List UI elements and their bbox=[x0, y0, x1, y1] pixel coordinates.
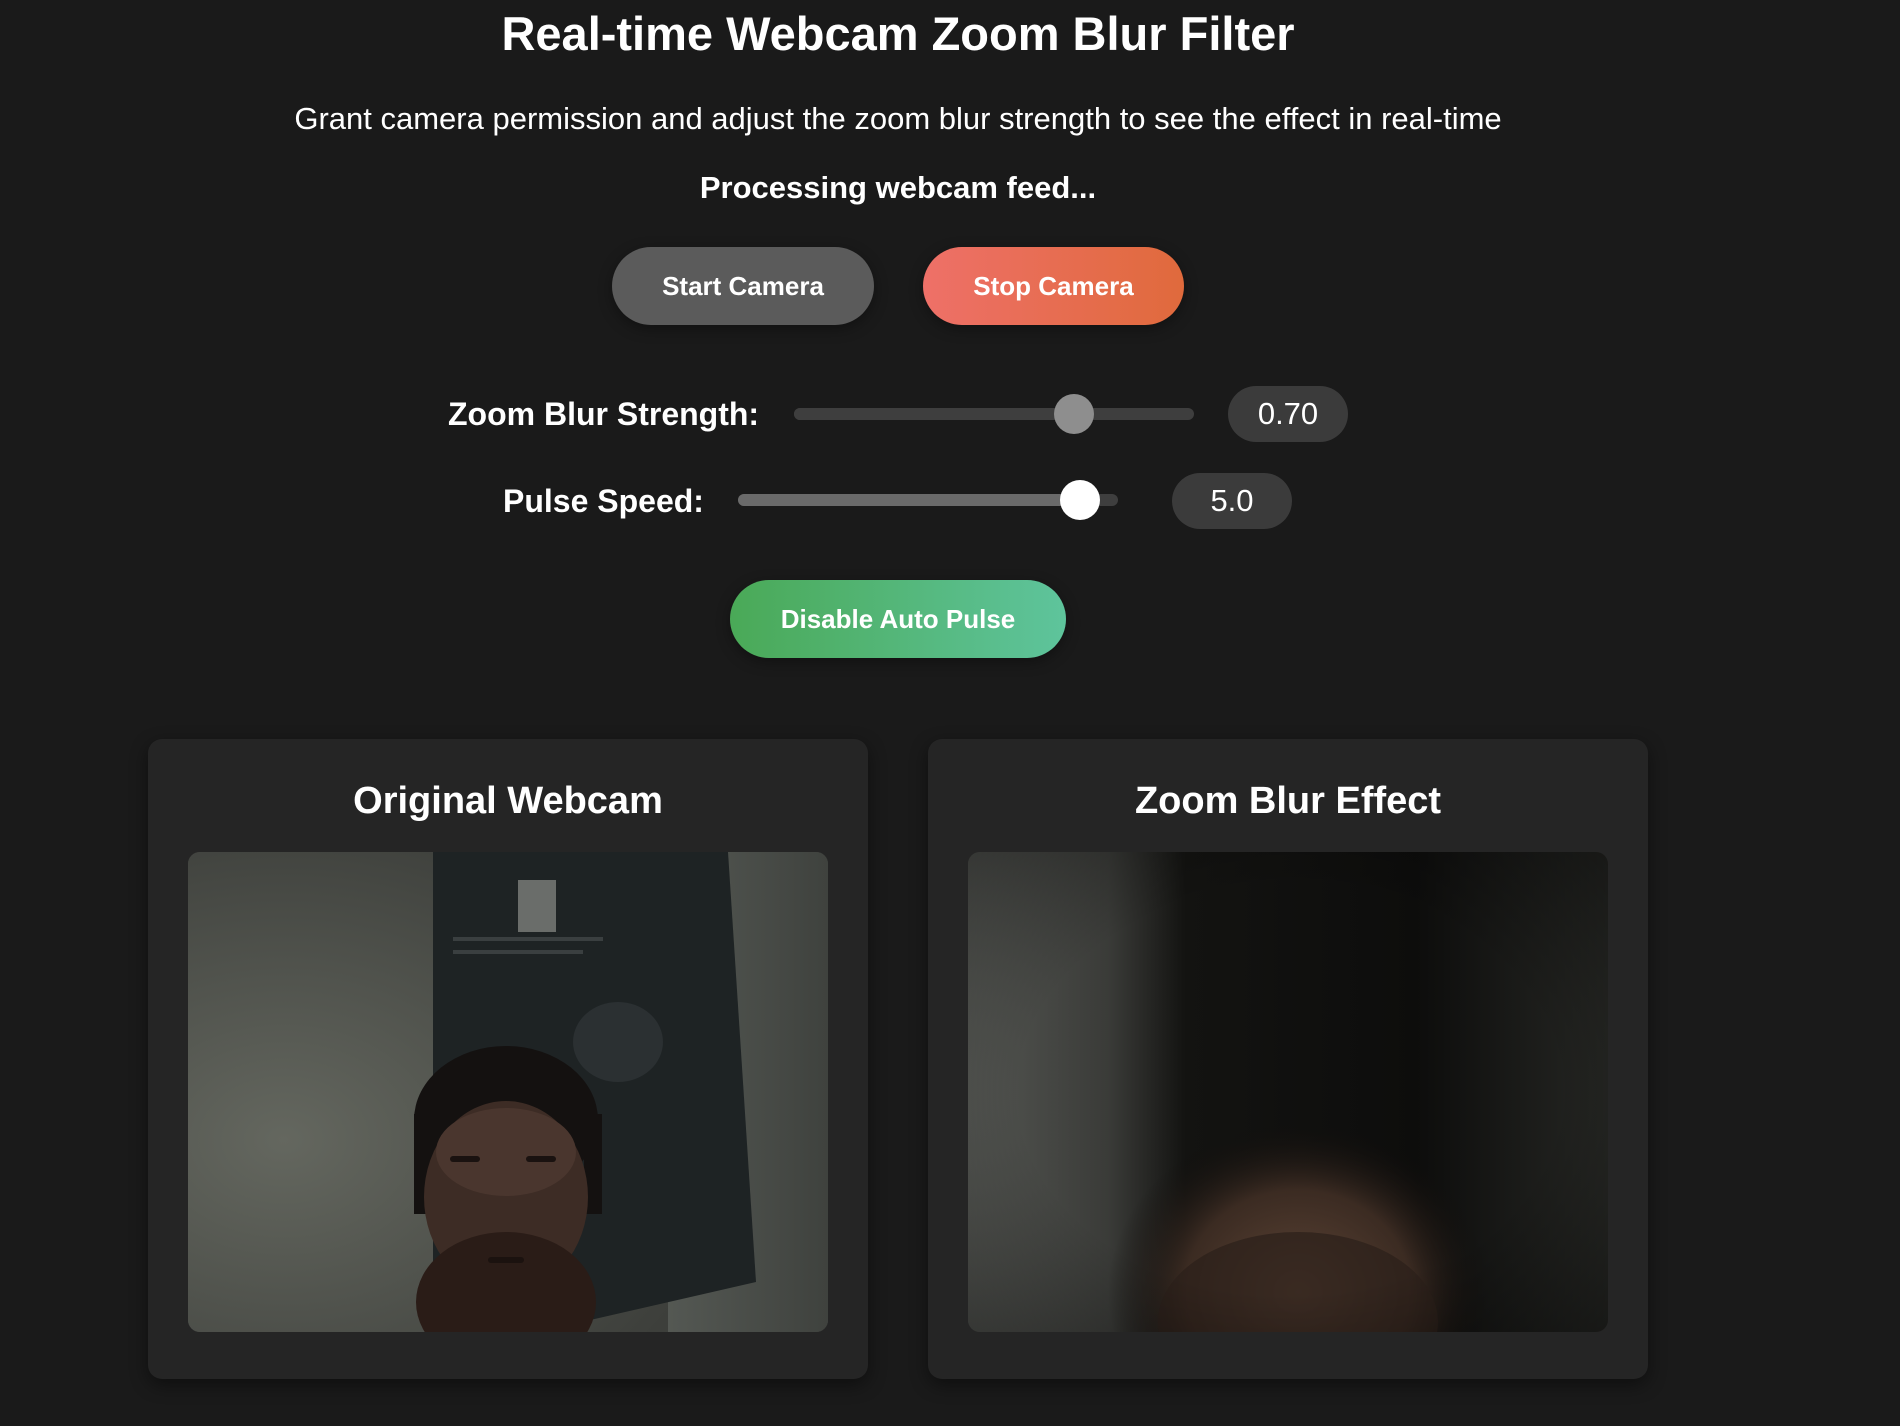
zoom-blur-effect-title: Zoom Blur Effect bbox=[1134, 780, 1442, 822]
zoom-blur-slider-fill bbox=[794, 408, 1074, 420]
pulse-speed-label: Pulse Speed: bbox=[503, 483, 704, 519]
original-webcam-title: Original Webcam bbox=[353, 780, 663, 822]
status-message: Processing webcam feed... bbox=[699, 170, 1097, 205]
zoom-blur-slider-thumb[interactable] bbox=[1054, 394, 1094, 434]
blurred-frame-image bbox=[968, 852, 1608, 1332]
stop-camera-button[interactable]: Stop Camera bbox=[923, 247, 1184, 325]
original-webcam-panel: Original Webcam bbox=[148, 739, 868, 1379]
zoom-blur-label: Zoom Blur Strength: bbox=[448, 396, 760, 432]
toggle-auto-pulse-button[interactable]: Disable Auto Pulse bbox=[730, 580, 1066, 658]
pulse-speed-value: 5.0 bbox=[1172, 473, 1292, 529]
app-page: Real-time Webcam Zoom Blur Filter Grant … bbox=[0, 0, 1900, 1426]
page-title: Real-time Webcam Zoom Blur Filter bbox=[501, 7, 1295, 60]
zoom-blur-value: 0.70 bbox=[1228, 386, 1348, 442]
original-webcam-video bbox=[188, 852, 828, 1332]
zoom-blur-video bbox=[968, 852, 1608, 1332]
pulse-speed-slider-fill bbox=[738, 494, 1080, 506]
pulse-speed-slider-thumb[interactable] bbox=[1060, 480, 1100, 520]
instructions-text: Grant camera permission and adjust the z… bbox=[294, 101, 1502, 136]
start-camera-button[interactable]: Start Camera bbox=[612, 247, 874, 325]
webcam-frame-image bbox=[188, 852, 828, 1332]
zoom-blur-effect-panel: Zoom Blur Effect bbox=[928, 739, 1648, 1379]
zoom-blur-slider[interactable] bbox=[794, 394, 1194, 434]
pulse-speed-slider[interactable] bbox=[738, 480, 1118, 520]
